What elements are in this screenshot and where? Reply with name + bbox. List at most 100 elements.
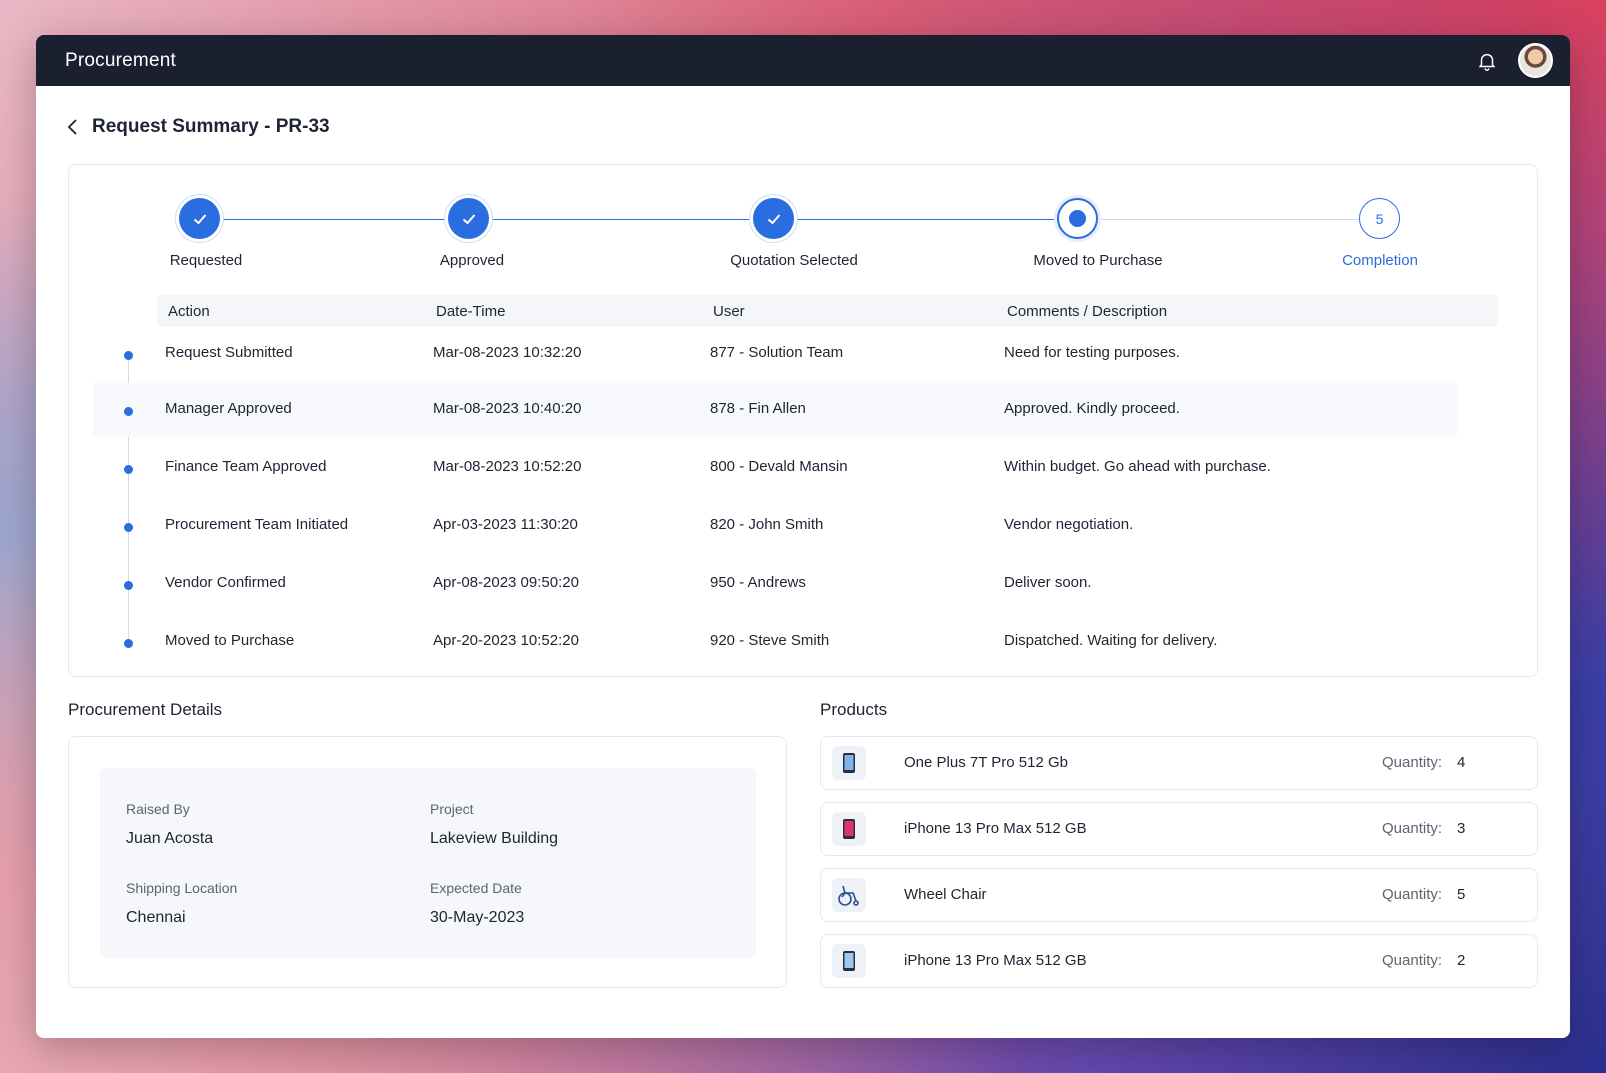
- avatar[interactable]: [1518, 43, 1553, 78]
- project-label: Project: [430, 801, 474, 817]
- row-action: Finance Team Approved: [165, 458, 327, 475]
- step-completion-node: 5: [1359, 198, 1400, 239]
- row-user: 820 - John Smith: [710, 516, 824, 533]
- history-table-header: Action Date-Time User Comments / Descrip…: [157, 295, 1498, 327]
- chevron-left-icon[interactable]: [66, 118, 80, 136]
- product-name: iPhone 13 Pro Max 512 GB: [904, 820, 1087, 837]
- product-item[interactable]: One Plus 7T Pro 512 Gb Quantity: 4: [820, 736, 1538, 790]
- step-requested-node: [179, 198, 220, 239]
- procurement-details-panel: Raised By Juan Acosta Project Lakeview B…: [100, 768, 756, 958]
- procurement-details-card: Raised By Juan Acosta Project Lakeview B…: [68, 736, 787, 988]
- quantity-value: 2: [1457, 952, 1466, 969]
- check-icon: [767, 213, 780, 224]
- step-purchase-node: [1057, 198, 1098, 239]
- raised-by-value: Juan Acosta: [126, 830, 214, 847]
- step-connector: [1098, 219, 1380, 220]
- step-connector: [794, 219, 1098, 220]
- quantity-label: Quantity:: [1382, 886, 1443, 903]
- shipping-location-value: Chennai: [126, 909, 186, 926]
- timeline-dot: [124, 581, 133, 590]
- top-bar: Procurement: [36, 35, 1570, 86]
- app-title: Procurement: [65, 49, 176, 71]
- raised-by-label: Raised By: [126, 801, 190, 817]
- procurement-details-title: Procurement Details: [68, 700, 223, 719]
- row-action: Procurement Team Initiated: [165, 516, 349, 533]
- row-action: Moved to Purchase: [165, 632, 295, 649]
- row-user: 950 - Andrews: [710, 574, 806, 591]
- product-item[interactable]: Wheel Chair Quantity: 5: [820, 868, 1538, 922]
- row-user: 800 - Devald Mansin: [710, 458, 848, 475]
- step-quotation-node: [753, 198, 794, 239]
- column-header-comments: Comments / Description: [1007, 303, 1168, 320]
- step-approved-node: [448, 198, 489, 239]
- check-icon: [462, 213, 475, 224]
- table-row[interactable]: Vendor Confirmed Apr-08-2023 09:50:20 95…: [93, 557, 1457, 611]
- product-item[interactable]: iPhone 13 Pro Max 512 GB Quantity: 2: [820, 934, 1538, 988]
- row-datetime: Apr-20-2023 10:52:20: [433, 632, 579, 649]
- expected-date-label: Expected Date: [430, 880, 522, 896]
- table-row[interactable]: Moved to Purchase Apr-20-2023 10:52:20 9…: [93, 615, 1457, 669]
- wheelchair-icon: [832, 878, 866, 912]
- row-datetime: Mar-08-2023 10:32:20: [433, 344, 582, 361]
- row-comment: Need for testing purposes.: [1004, 344, 1180, 361]
- timeline-dot: [124, 407, 133, 416]
- step-label-quotation: Quotation Selected: [730, 252, 858, 269]
- product-name: iPhone 13 Pro Max 512 GB: [904, 952, 1087, 969]
- row-comment: Within budget. Go ahead with purchase.: [1004, 458, 1271, 475]
- row-action: Vendor Confirmed: [165, 574, 286, 591]
- expected-date-value: 30-May-2023: [430, 909, 525, 926]
- row-datetime: Mar-08-2023 10:40:20: [433, 400, 582, 417]
- column-header-action: Action: [168, 303, 210, 320]
- products-title: Products: [820, 700, 888, 719]
- quantity-label: Quantity:: [1382, 952, 1443, 969]
- timeline-dot: [124, 523, 133, 532]
- table-row[interactable]: Procurement Team Initiated Apr-03-2023 1…: [93, 499, 1457, 553]
- step-connector: [489, 219, 794, 220]
- row-user: 920 - Steve Smith: [710, 632, 830, 649]
- table-row[interactable]: Request Submitted Mar-08-2023 10:32:20 8…: [93, 327, 1457, 381]
- quantity-value: 4: [1457, 754, 1466, 771]
- check-icon: [193, 213, 206, 224]
- timeline-dot: [124, 351, 133, 360]
- table-row[interactable]: Finance Team Approved Mar-08-2023 10:52:…: [93, 441, 1457, 495]
- quantity-value: 5: [1457, 886, 1466, 903]
- step-label-completion: Completion: [1342, 252, 1418, 269]
- column-header-datetime: Date-Time: [436, 303, 506, 320]
- timeline-dot: [124, 639, 133, 648]
- row-comment: Dispatched. Waiting for delivery.: [1004, 632, 1218, 649]
- row-datetime: Apr-08-2023 09:50:20: [433, 574, 579, 591]
- row-comment: Approved. Kindly proceed.: [1004, 400, 1180, 417]
- quantity-label: Quantity:: [1382, 754, 1443, 771]
- step-label-requested: Requested: [169, 252, 243, 269]
- breadcrumb: Request Summary - PR-33: [66, 116, 330, 138]
- status-stepper: 5 Requested Approved Quotation Selected …: [69, 165, 1537, 275]
- row-datetime: Apr-03-2023 11:30:20: [433, 516, 578, 533]
- top-bar-actions: [1476, 43, 1553, 78]
- quantity-label: Quantity:: [1382, 820, 1443, 837]
- row-comment: Vendor negotiation.: [1004, 516, 1134, 533]
- quantity-value: 3: [1457, 820, 1466, 837]
- phone-icon: [832, 812, 866, 846]
- product-name: Wheel Chair: [904, 886, 987, 903]
- page-content: Request Summary - PR-33 5 Requested Appr…: [36, 86, 1570, 1038]
- product-item[interactable]: iPhone 13 Pro Max 512 GB Quantity: 3: [820, 802, 1538, 856]
- step-label-purchase: Moved to Purchase: [1033, 252, 1163, 269]
- app-window: Procurement Request Summary - PR-33 5 Re…: [36, 35, 1570, 1038]
- column-header-user: User: [713, 303, 745, 320]
- phone-icon: [832, 944, 866, 978]
- table-row[interactable]: Manager Approved Mar-08-2023 10:40:20 87…: [93, 383, 1457, 437]
- row-user: 878 - Fin Allen: [710, 400, 806, 417]
- product-name: One Plus 7T Pro 512 Gb: [904, 754, 1068, 771]
- row-comment: Deliver soon.: [1004, 574, 1092, 591]
- step-label-approved: Approved: [439, 252, 505, 269]
- request-timeline-card: 5 Requested Approved Quotation Selected …: [68, 164, 1538, 677]
- shipping-location-label: Shipping Location: [126, 880, 238, 896]
- row-action: Manager Approved: [165, 400, 292, 417]
- current-step-dot: [1069, 210, 1086, 227]
- timeline-dot: [124, 465, 133, 474]
- row-action: Request Submitted: [165, 344, 293, 361]
- page-title: Request Summary - PR-33: [92, 116, 330, 137]
- bell-icon[interactable]: [1476, 50, 1498, 72]
- phone-icon: [832, 746, 866, 780]
- project-value: Lakeview Building: [430, 830, 559, 847]
